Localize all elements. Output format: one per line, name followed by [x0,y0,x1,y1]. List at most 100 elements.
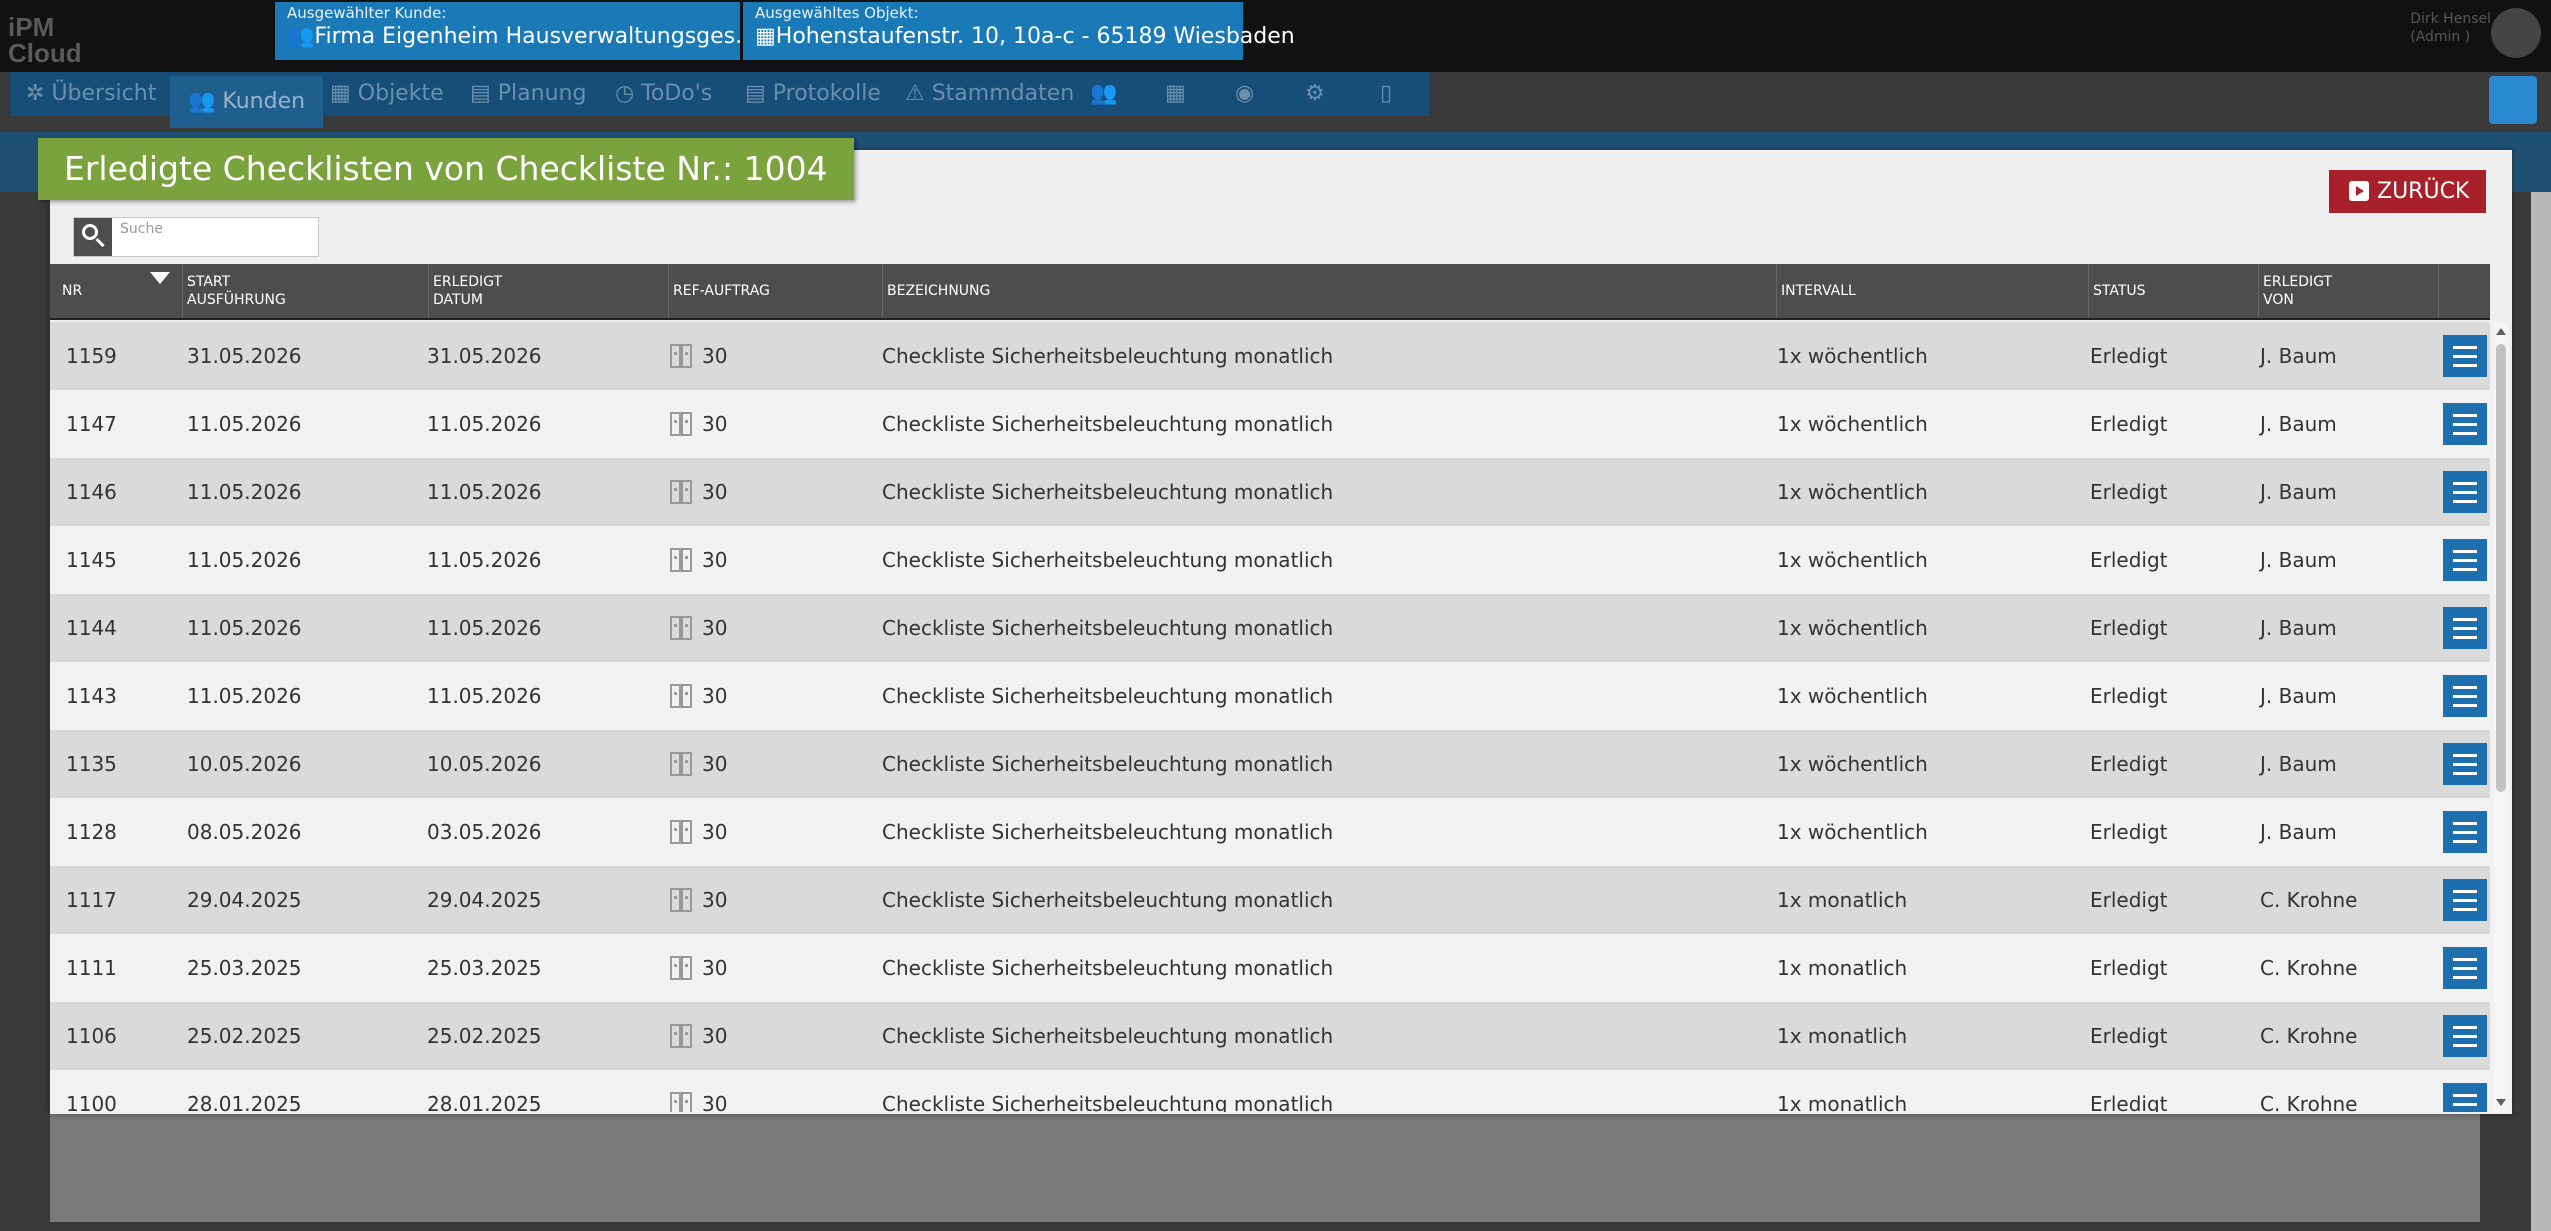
document-link-icon[interactable] [670,479,692,504]
row-menu-button[interactable] [2443,403,2487,445]
cell-start-ausfuehrung: 11.05.2026 [187,480,302,504]
back-button[interactable]: ZURÜCK [2329,170,2486,213]
cell-ref-auftrag[interactable]: 30 [670,322,727,390]
ref-auftrag-value: 30 [702,480,728,504]
row-menu-button[interactable] [2443,1015,2487,1057]
nav-item-buildings-icon[interactable]: ▦ [1165,72,1186,116]
nav-item-todos[interactable]: ◷ ToDo's [615,72,712,116]
scroll-down-icon[interactable] [2496,1099,2506,1106]
cell-ref-auftrag[interactable]: 30 [670,662,727,730]
nav-item-settings-icon[interactable]: ⚙ [1305,72,1325,116]
nav-item-protokolle[interactable]: ▤ Protokolle [745,72,881,116]
cell-nr: 1145 [66,548,117,572]
cell-ref-auftrag[interactable]: 30 [670,1002,727,1070]
nav-item-mobile-icon[interactable]: ▯ [1380,72,1392,116]
window-switch-button[interactable] [2489,76,2537,124]
cell-erledigt-von: J. Baum [2260,684,2337,708]
table-row[interactable]: 1144 11.05.2026 11.05.2026 30 Checkliste… [50,594,2490,662]
avatar[interactable] [2491,8,2541,58]
column-header-bezeichnung[interactable]: BEZEICHNUNG [882,264,1776,318]
cell-status: Erledigt [2090,956,2168,980]
row-menu-button[interactable] [2443,743,2487,785]
app-logo[interactable]: iPM Cloud [8,14,82,66]
row-menu-button[interactable] [2443,607,2487,649]
document-link-icon[interactable] [670,887,692,912]
document-link-icon[interactable] [670,615,692,640]
selected-object[interactable]: Ausgewähltes Objekt: ▦Hohenstaufenstr. 1… [743,2,1295,60]
table-row[interactable]: 1143 11.05.2026 11.05.2026 30 Checkliste… [50,662,2490,730]
cell-erledigt-von: J. Baum [2260,616,2337,640]
column-header-status[interactable]: STATUS [2088,264,2258,318]
column-header-erledigt-datum[interactable]: ERLEDIGT DATUM [428,264,674,318]
row-menu-button[interactable] [2443,471,2487,513]
table-row[interactable]: 1146 11.05.2026 11.05.2026 30 Checkliste… [50,458,2490,526]
nav-item-stammdaten[interactable]: ⚠ Stammdaten [905,72,1074,116]
row-menu-button[interactable] [2443,675,2487,717]
document-link-icon[interactable] [670,1023,692,1048]
table-row[interactable]: 1145 11.05.2026 11.05.2026 30 Checkliste… [50,526,2490,594]
document-link-icon[interactable] [670,955,692,980]
page-scrollbar[interactable] [2531,192,2551,1231]
document-link-icon[interactable] [670,819,692,844]
row-menu-button[interactable] [2443,879,2487,921]
row-menu-button[interactable] [2443,539,2487,581]
nav-item-coins-icon[interactable]: ◉ [1235,72,1254,116]
search-icon[interactable] [74,218,112,256]
cell-bezeichnung: Checkliste Sicherheitsbeleuchtung monatl… [882,1024,1334,1048]
cell-status: Erledigt [2090,480,2168,504]
document-icon: ▤ [470,81,498,106]
cell-bezeichnung: Checkliste Sicherheitsbeleuchtung monatl… [882,548,1334,572]
cell-ref-auftrag[interactable]: 30 [670,390,727,458]
selected-customer[interactable]: Ausgewählter Kunde: 👥Firma Eigenheim Hau… [275,2,801,60]
cell-ref-auftrag[interactable]: 30 [670,594,727,662]
column-header-start[interactable]: START AUSFÜHRUNG [182,264,428,318]
nav-item-planung[interactable]: ▤ Planung [470,72,586,116]
search-box[interactable] [73,217,319,257]
cell-start-ausfuehrung: 25.03.2025 [187,956,302,980]
table-row[interactable]: 1111 25.03.2025 25.03.2025 30 Checkliste… [50,934,2490,1002]
table-row[interactable]: 1128 08.05.2026 03.05.2026 30 Checkliste… [50,798,2490,866]
sort-desc-icon[interactable] [150,272,170,284]
table-row[interactable]: 1100 28.01.2025 28.01.2025 30 Checkliste… [50,1070,2490,1112]
document-link-icon[interactable] [670,751,692,776]
document-link-icon[interactable] [670,1091,692,1113]
column-header-erledigt-von[interactable]: ERLEDIGT VON [2258,264,2438,318]
table-row[interactable]: 1147 11.05.2026 11.05.2026 30 Checkliste… [50,390,2490,458]
cell-ref-auftrag[interactable]: 30 [670,526,727,594]
cell-erledigt-datum: 31.05.2026 [427,344,542,368]
table-row[interactable]: 1135 10.05.2026 10.05.2026 30 Checkliste… [50,730,2490,798]
table-scrollbar[interactable] [2493,322,2508,1112]
search-input[interactable] [120,220,310,238]
cell-nr: 1100 [66,1092,117,1112]
document-link-icon[interactable] [670,547,692,572]
cell-ref-auftrag[interactable]: 30 [670,458,727,526]
table-row[interactable]: 1159 31.05.2026 31.05.2026 30 Checkliste… [50,322,2490,390]
nav-item-uebersicht[interactable]: ✲ Übersicht [26,72,156,116]
nav-item-objekte[interactable]: ▦ Objekte [330,72,444,116]
user-info[interactable]: Dirk Hensel (Admin ) [2410,10,2491,46]
document-link-icon[interactable] [670,411,692,436]
cell-ref-auftrag[interactable]: 30 [670,730,727,798]
cell-bezeichnung: Checkliste Sicherheitsbeleuchtung monatl… [882,344,1334,368]
cell-ref-auftrag[interactable]: 30 [670,934,727,1002]
document-link-icon[interactable] [670,683,692,708]
scroll-up-icon[interactable] [2496,328,2506,335]
document-link-icon[interactable] [670,343,692,368]
cell-ref-auftrag[interactable]: 30 [670,798,727,866]
nav-item-kunden[interactable]: 👥 Kunden [170,76,324,128]
column-header-ref-auftrag[interactable]: REF-AUFTRAG [668,264,882,318]
row-menu-button[interactable] [2443,947,2487,989]
table-row[interactable]: 1106 25.02.2025 25.02.2025 30 Checkliste… [50,1002,2490,1070]
row-menu-button[interactable] [2443,811,2487,853]
column-header-intervall[interactable]: INTERVALL [1776,264,2088,318]
scroll-thumb[interactable] [2496,344,2506,792]
cell-erledigt-datum: 25.03.2025 [427,956,542,980]
table-row[interactable]: 1117 29.04.2025 29.04.2025 30 Checkliste… [50,866,2490,934]
row-menu-button[interactable] [2443,1083,2487,1112]
nav-item-team-icon[interactable]: 👥 [1090,72,1117,116]
row-menu-button[interactable] [2443,335,2487,377]
cell-erledigt-datum: 11.05.2026 [427,684,542,708]
cell-ref-auftrag[interactable]: 30 [670,866,727,934]
dashboard-icon: ✲ [26,81,52,106]
cell-ref-auftrag[interactable]: 30 [670,1070,727,1112]
